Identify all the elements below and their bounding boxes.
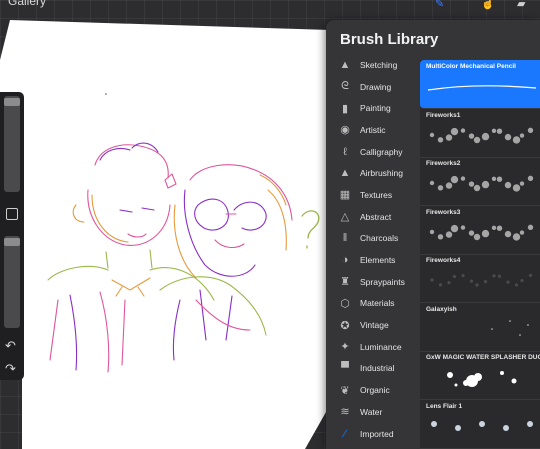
brush-name: MultiColor Mechanical Pencil	[426, 63, 516, 70]
brush-stroke-preview	[491, 319, 529, 336]
category-label: Vintage	[360, 320, 389, 331]
category-spraypaints[interactable]: ♜ Spraypaints	[326, 271, 420, 293]
texture-icon: ▦	[339, 189, 351, 202]
brush-item[interactable]: Lens Flair 1	[420, 400, 540, 449]
category-drawing[interactable]: ᘓ Drawing	[326, 76, 420, 98]
brush-name: Fireworks1	[426, 111, 461, 119]
brush-size-slider[interactable]	[4, 96, 20, 192]
brush-name: Fireworks2	[426, 160, 461, 167]
brush-item[interactable]: Galaxyish	[420, 303, 540, 352]
brush-stroke-preview	[429, 175, 534, 192]
brush-stroke-preview	[447, 371, 517, 387]
brush-list: MultiColor Mechanical Pencil Fireworks1 Fi…	[420, 60, 540, 449]
brush-name: Fireworks3	[426, 208, 461, 216]
category-label: Airbrushing	[360, 168, 403, 179]
charcoal-icon: ‖	[342, 232, 348, 245]
waves-icon: ≋	[340, 406, 350, 419]
category-label: Water	[360, 406, 383, 417]
smudge-icon[interactable]: ☝	[481, 0, 495, 10]
paint-brush-icon: ▮	[341, 102, 349, 115]
category-label: Drawing	[360, 81, 392, 92]
gallery-button[interactable]: Gallery	[8, 0, 46, 8]
brush-stroke-preview	[429, 127, 534, 144]
eraser-icon[interactable]: ▰	[517, 0, 525, 10]
opacity-thumb[interactable]	[4, 238, 20, 246]
brush-icon[interactable]: ✎	[435, 0, 444, 10]
brush-name: Galaxyish	[426, 305, 457, 313]
brush-stroke-preview	[430, 273, 533, 287]
undo-icon[interactable]: ↶	[5, 339, 16, 352]
brush-name: GxW MAGIC WATER SPLASHER DUO COLOR	[426, 354, 540, 361]
category-artistic[interactable]: ◉ Artistic	[326, 119, 420, 141]
star-badge-icon: ✪	[340, 319, 350, 332]
brush-stroke-preview	[427, 85, 537, 91]
brush-item[interactable]: GxW MAGIC WATER SPLASHER DUO COLOR	[420, 351, 540, 400]
category-industrial[interactable]: ▀ Industrial	[326, 358, 420, 380]
category-sketching[interactable]: ▲ Sketching	[326, 54, 420, 76]
palette-icon: ◉	[340, 124, 350, 137]
leaf-icon: ❦	[340, 384, 350, 397]
sparkle-icon: ✦	[340, 341, 350, 354]
category-label: Textures	[360, 189, 393, 200]
imported-brush-icon: ⁄	[344, 427, 346, 440]
category-painting[interactable]: ▮ Painting	[326, 97, 420, 119]
brush-library-title: Brush Library	[340, 31, 439, 48]
category-textures[interactable]: ▦ Textures	[326, 184, 420, 206]
category-label: Abstract	[360, 211, 392, 222]
category-organic[interactable]: ❦ Organic	[326, 379, 420, 401]
yin-yang-icon: ◑	[341, 254, 349, 267]
calligraphy-icon: ℓ	[343, 145, 347, 158]
opacity-slider[interactable]	[4, 236, 20, 328]
category-label: Sketching	[360, 59, 398, 70]
spray-can-icon: ♜	[340, 276, 350, 289]
brush-item[interactable]: Fireworks3	[420, 206, 540, 255]
left-sidebar: ↶ ↷	[0, 92, 24, 380]
cube-icon: ⬡	[340, 297, 350, 310]
category-calligraphy[interactable]: ℓ Calligraphy	[326, 141, 420, 163]
category-label: Artistic	[360, 124, 386, 135]
category-label: Elements	[360, 255, 396, 266]
brush-name: Fireworks4	[426, 257, 461, 264]
category-label: Materials	[360, 298, 395, 309]
category-label: Spraypaints	[360, 276, 405, 287]
category-imported[interactable]: ⁄ Imported	[326, 423, 420, 445]
redo-icon[interactable]: ↷	[5, 362, 16, 375]
brush-size-thumb[interactable]	[4, 98, 20, 106]
brush-library-panel: Brush Library ▲ Sketching ᘓ Drawing ▮ Paintin…	[326, 20, 540, 449]
category-water[interactable]: ≋ Water	[326, 401, 420, 423]
brush-name: Lens Flair 1	[426, 402, 463, 410]
category-label: Imported	[360, 428, 394, 439]
pencil-tip-icon: ▲	[339, 58, 351, 71]
category-airbrushing[interactable]: ▲ Airbrushing	[326, 162, 420, 184]
category-vintage[interactable]: ✪ Vintage	[326, 314, 420, 336]
category-elements[interactable]: ◑ Elements	[326, 249, 420, 271]
brush-item[interactable]: MultiColor Mechanical Pencil	[420, 60, 540, 109]
square-icon[interactable]	[6, 208, 18, 220]
category-abstract[interactable]: △ Abstract	[326, 206, 420, 228]
category-label: Luminance	[360, 341, 402, 352]
brush-item[interactable]: Fireworks2	[420, 157, 540, 206]
swirl-icon: ᘓ	[341, 80, 349, 93]
category-label: Charcoals	[360, 233, 399, 244]
brush-stroke-preview	[429, 224, 534, 241]
anvil-icon: ▀	[341, 362, 349, 375]
brush-category-list: ▲ Sketching ᘓ Drawing ▮ Painting ◉ Artistic ℓ Cal…	[326, 54, 420, 444]
triangle-icon: △	[340, 211, 350, 224]
category-label: Organic	[360, 385, 390, 396]
category-charcoals[interactable]: ‖ Charcoals	[326, 228, 420, 250]
category-label: Industrial	[360, 363, 395, 374]
brush-item[interactable]: Fireworks4	[420, 254, 540, 303]
brush-item[interactable]: Fireworks1	[420, 109, 540, 158]
airbrush-icon: ▲	[339, 167, 351, 180]
category-luminance[interactable]: ✦ Luminance	[326, 336, 420, 358]
category-label: Calligraphy	[360, 146, 403, 157]
canvas-drawing-area[interactable]	[20, 30, 320, 410]
top-toolbar: Gallery ✎ ☝ ▰	[0, 0, 540, 14]
category-materials[interactable]: ⬡ Materials	[326, 293, 420, 315]
category-label: Painting	[360, 103, 391, 114]
brush-stroke-preview	[431, 420, 533, 431]
